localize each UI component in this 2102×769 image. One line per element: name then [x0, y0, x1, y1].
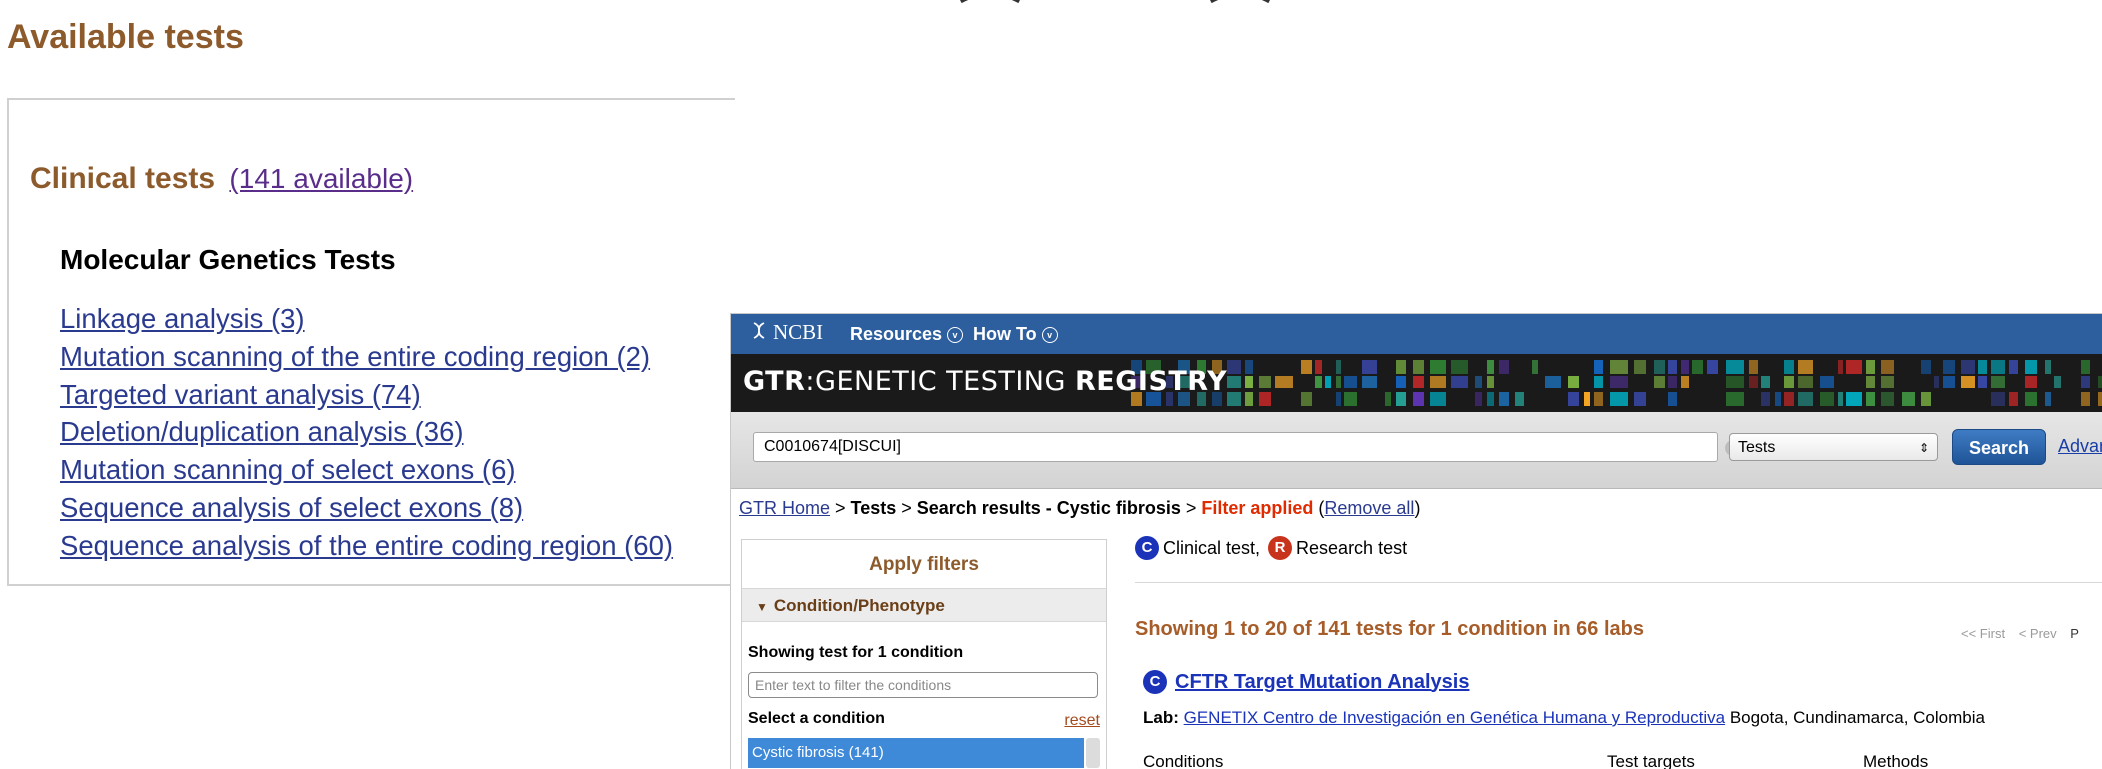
- test-method-list: Linkage analysis (3) Mutation scanning o…: [60, 300, 673, 565]
- divider: [1135, 582, 2102, 583]
- condition-section-label: Condition/Phenotype: [773, 596, 945, 615]
- result-title-link[interactable]: CFTR Target Mutation Analysis: [1175, 671, 1469, 694]
- search-input[interactable]: [753, 432, 1718, 462]
- condition-list-scrollbar[interactable]: [1086, 738, 1100, 768]
- result-lab-row: Lab: GENETIX Centro de Investigación en …: [1143, 708, 1985, 728]
- research-test-badge-icon: R: [1268, 536, 1293, 560]
- test-method-link[interactable]: Sequence analysis of the entire coding r…: [60, 527, 673, 565]
- result-title-row: C CFTR Target Mutation Analysis: [1143, 670, 1469, 694]
- paren-open: (: [1313, 498, 1325, 518]
- test-method-link[interactable]: Deletion/duplication analysis (36): [60, 413, 673, 451]
- breadcrumb-current: Search results - Cystic fibrosis: [916, 498, 1181, 518]
- gtr-logo-abbrev: GTR: [743, 366, 806, 397]
- condition-phenotype-section-toggle[interactable]: ▼ Condition/Phenotype: [742, 588, 1106, 622]
- database-select-value: Tests: [1738, 439, 1776, 456]
- advanced-search-link[interactable]: Advanced: [2058, 436, 2102, 457]
- paren-close: ): [1414, 498, 1421, 518]
- select-condition-label: Select a condition: [748, 710, 885, 727]
- pager-cut-text: P: [2070, 626, 2079, 641]
- clinical-tests-label: Clinical tests: [30, 162, 216, 195]
- lab-location: Bogota, Cundinamarca, Colombia: [1729, 708, 1985, 727]
- triangle-down-icon: ▼: [756, 600, 768, 614]
- condition-list-item[interactable]: Cystic fibrosis (141): [748, 738, 1084, 768]
- test-type-legend: C Clinical test, R Research test: [1135, 536, 1407, 560]
- column-header-methods: Methods: [1863, 752, 1929, 769]
- ncbi-logo[interactable]: NCBI: [751, 320, 823, 345]
- test-method-link[interactable]: Targeted variant analysis (74): [60, 376, 673, 414]
- test-method-link[interactable]: Mutation scanning of select exons (6): [60, 451, 673, 489]
- partial-heading-fragment: [960, 0, 1270, 4]
- showing-condition-text: Showing test for 1 condition: [748, 644, 964, 661]
- research-test-legend-label: Research test: [1296, 537, 1408, 558]
- clinical-test-legend-label: Clinical test,: [1163, 537, 1261, 558]
- reset-link[interactable]: reset: [1064, 712, 1100, 730]
- apply-filters-title: Apply filters: [869, 554, 979, 575]
- gtr-logo[interactable]: GTR:GENETIC TESTING REGISTRY: [743, 366, 1227, 397]
- clinical-tests-heading: Clinical tests (141 available): [30, 162, 413, 196]
- test-method-link[interactable]: Linkage analysis (3): [60, 300, 673, 338]
- molecular-genetics-heading: Molecular Genetics Tests: [60, 244, 396, 275]
- breadcrumb-sep: >: [896, 498, 917, 518]
- pagination: << First < Prev P: [1961, 626, 2089, 641]
- gtr-logo-light: GENETIC TESTING: [815, 366, 1075, 397]
- ncbi-top-bar: NCBI Resources v How To v: [731, 314, 2102, 354]
- clinical-test-badge-icon: C: [1143, 670, 1167, 694]
- test-method-link[interactable]: Sequence analysis of select exons (8): [60, 489, 673, 527]
- select-arrows-icon: ⇕: [1918, 441, 1929, 455]
- gtr-banner: GTR:GENETIC TESTING REGISTRY: [731, 354, 2102, 412]
- lab-label: Lab:: [1143, 708, 1179, 727]
- clinical-count-link[interactable]: (141 available): [229, 163, 413, 194]
- results-summary: Showing 1 to 20 of 141 tests for 1 condi…: [1135, 618, 1644, 640]
- resources-menu-label: Resources: [850, 324, 943, 344]
- available-tests-title: Available tests: [7, 18, 244, 56]
- search-bar: × Tests ⇕ Search Advanced: [731, 412, 2102, 489]
- breadcrumb-gtr-home[interactable]: GTR Home: [739, 498, 830, 518]
- condition-filter-input[interactable]: [748, 672, 1098, 698]
- chevron-down-icon: v: [1041, 326, 1058, 343]
- remove-all-filters-link[interactable]: Remove all: [1324, 498, 1414, 518]
- database-select[interactable]: Tests ⇕: [1729, 433, 1938, 461]
- how-to-menu[interactable]: How To v: [973, 324, 1058, 345]
- resources-menu[interactable]: Resources v: [850, 324, 964, 345]
- ncbi-helix-icon: [753, 321, 765, 339]
- column-header-test-targets: Test targets: [1607, 752, 1695, 769]
- breadcrumb-tests: Tests: [850, 498, 897, 518]
- dna-sequence-stripes: [1131, 360, 2102, 406]
- breadcrumb: GTR Home > Tests > Search results - Cyst…: [739, 498, 1420, 519]
- gtr-screenshot-panel: NCBI Resources v How To v GTR:GENETIC TE…: [730, 313, 2102, 769]
- chevron-down-icon: v: [947, 326, 964, 343]
- breadcrumb-sep: >: [1180, 498, 1202, 518]
- breadcrumb-sep: >: [830, 498, 851, 518]
- column-header-conditions: Conditions: [1143, 752, 1224, 769]
- filter-applied-label: Filter applied: [1201, 498, 1314, 518]
- gtr-logo-bold: REGISTRY: [1075, 366, 1228, 397]
- search-button[interactable]: Search: [1952, 429, 2046, 465]
- pager-prev-link[interactable]: < Prev: [2019, 626, 2057, 641]
- gtr-logo-sep: :: [805, 366, 816, 397]
- filter-sidebar: Apply filters ▼ Condition/Phenotype Showi…: [741, 539, 1107, 769]
- ncbi-logo-text: NCBI: [773, 320, 824, 344]
- test-method-link[interactable]: Mutation scanning of the entire coding r…: [60, 338, 673, 376]
- pager-first-link[interactable]: << First: [1961, 626, 2005, 641]
- clinical-test-badge-icon: C: [1135, 536, 1159, 560]
- lab-name-link[interactable]: GENETIX Centro de Investigación en Genét…: [1184, 708, 1725, 727]
- how-to-menu-label: How To: [973, 324, 1037, 344]
